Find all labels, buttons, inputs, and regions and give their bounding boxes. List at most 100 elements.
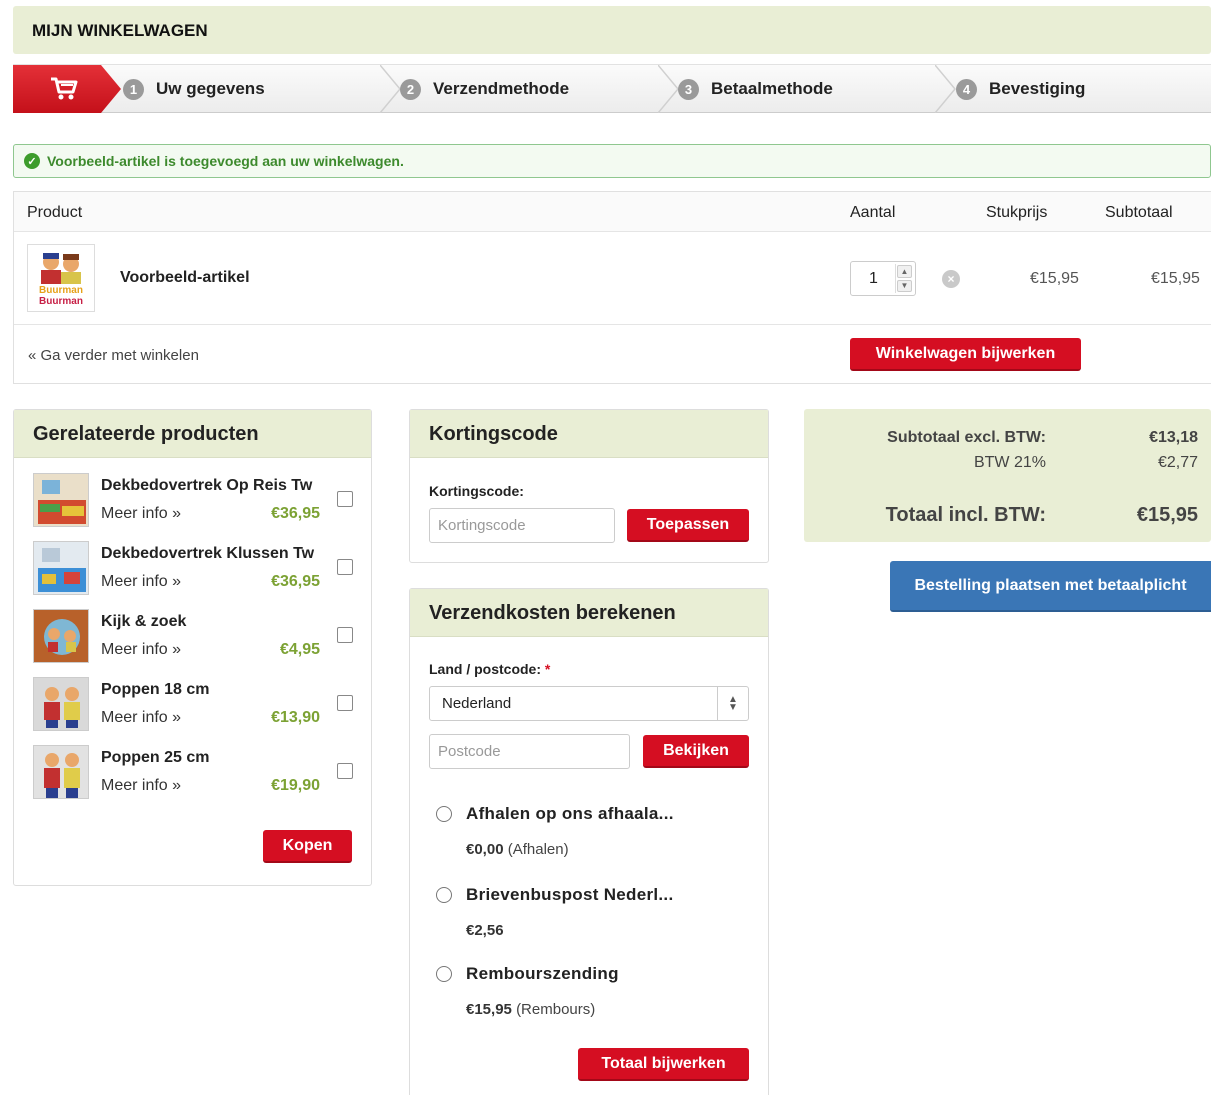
step-number: 4 — [956, 78, 977, 100]
header-product: Product — [27, 204, 83, 221]
related-product-price: €19,90 — [271, 777, 320, 794]
step-cart[interactable] — [13, 65, 121, 113]
buy-button[interactable]: Kopen — [263, 830, 352, 863]
discount-code-input[interactable]: Kortingscode — [429, 508, 615, 543]
step-number: 2 — [400, 78, 421, 100]
step-separator — [658, 65, 679, 113]
remove-item-icon[interactable]: × — [942, 270, 960, 288]
continue-shopping-link[interactable]: « Ga verder met winkelen — [28, 347, 199, 364]
discount-panel: Kortingscode Kortingscode: Kortingscode … — [409, 409, 769, 563]
quantity-spinner: ▲ ▼ — [895, 264, 913, 293]
country-select[interactable]: Nederland ▲ ▼ — [429, 686, 749, 721]
alert-text: Voorbeeld-artikel is toegevoegd aan uw w… — [47, 153, 404, 169]
select-checkbox[interactable] — [337, 695, 353, 711]
item-subtotal: €15,95 — [1151, 270, 1200, 287]
shipping-option-price: €15,95 (Rembours) — [466, 1001, 596, 1018]
shipping-title: Verzendkosten berekenen — [410, 589, 768, 637]
list-item: Kijk & zoek Meer info » €4,95 — [33, 609, 353, 665]
page-title: MIJN WINKELWAGEN — [32, 21, 208, 40]
select-arrows-icon: ▲ ▼ — [717, 687, 748, 720]
list-item: Poppen 25 cm Meer info » €19,90 — [33, 745, 353, 801]
step-label: Uw gegevens — [156, 79, 265, 98]
radio-button[interactable] — [436, 806, 452, 822]
quantity-value[interactable]: 1 — [869, 270, 878, 288]
update-cart-button[interactable]: Winkelwagen bijwerken — [850, 338, 1081, 371]
cart-table: Product Aantal Stukprijs Subtotaal Buurm… — [13, 191, 1211, 384]
step-3[interactable]: 3 Betaalmethode — [678, 65, 833, 113]
header-unit-price: Stukprijs — [986, 204, 1048, 221]
cart-icon — [51, 77, 78, 100]
product-thumbnail[interactable] — [33, 541, 89, 595]
select-checkbox[interactable] — [337, 559, 353, 575]
more-info-link[interactable]: Meer info » — [101, 573, 181, 591]
more-info-link[interactable]: Meer info » — [101, 777, 181, 795]
country-postcode-label: Land / postcode: * — [429, 661, 550, 677]
step-separator — [935, 65, 956, 113]
step-label: Bevestiging — [989, 79, 1086, 98]
decrement-icon[interactable]: ▼ — [897, 279, 912, 292]
related-product-price: €13,90 — [271, 709, 320, 726]
select-checkbox[interactable] — [337, 491, 353, 507]
country-postcode-label-text: Land / postcode: — [429, 661, 541, 677]
more-info-link[interactable]: Meer info » — [101, 641, 181, 659]
step-4[interactable]: 4 Bevestiging — [956, 65, 1085, 113]
subtotal-value: €13,18 — [1149, 429, 1198, 446]
order-totals: Subtotaal excl. BTW: €13,18 BTW 21% €2,7… — [804, 409, 1211, 542]
unit-price: €15,95 — [1030, 270, 1079, 287]
related-product-price: €4,95 — [279, 641, 320, 658]
required-mark: * — [544, 661, 551, 677]
related-product-name[interactable]: Poppen 25 cm — [101, 749, 321, 767]
related-product-name[interactable]: Kijk & zoek — [101, 613, 321, 631]
view-shipping-button[interactable]: Bekijken — [643, 735, 749, 768]
radio-button[interactable] — [436, 966, 452, 982]
step-1[interactable]: 1 Uw gegevens — [123, 65, 265, 113]
header-quantity: Aantal — [850, 204, 896, 221]
increment-icon[interactable]: ▲ — [897, 265, 912, 278]
total-label: Totaal incl. BTW: — [885, 504, 1046, 526]
product-name[interactable]: Voorbeeld-artikel — [120, 269, 250, 287]
product-thumbnail[interactable] — [33, 473, 89, 527]
product-thumbnail[interactable] — [33, 677, 89, 731]
shipping-option-label[interactable]: Brievenbuspost Nederl... — [466, 885, 673, 905]
more-info-link[interactable]: Meer info » — [101, 709, 181, 727]
related-products-title: Gerelateerde producten — [14, 410, 371, 458]
select-checkbox[interactable] — [337, 763, 353, 779]
shipping-option-price: €2,56 — [466, 922, 504, 939]
discount-title: Kortingscode — [410, 410, 768, 458]
total-value: €15,95 — [1136, 504, 1198, 526]
radio-button[interactable] — [436, 887, 452, 903]
check-circle-icon: ✓ — [24, 153, 40, 169]
select-checkbox[interactable] — [337, 627, 353, 643]
step-separator — [380, 65, 401, 113]
cart-item-row: Buurman Buurman Voorbeeld-artikel 1 ▲ ▼ … — [14, 232, 1211, 325]
quantity-stepper[interactable]: 1 ▲ ▼ — [850, 261, 916, 296]
list-item: Dekbedovertrek Klussen Tw Meer info » €3… — [33, 541, 353, 597]
related-product-name[interactable]: Poppen 18 cm — [101, 681, 321, 699]
country-value: Nederland — [442, 695, 512, 712]
product-thumbnail[interactable] — [33, 745, 89, 799]
related-product-name[interactable]: Dekbedovertrek Klussen Tw — [101, 545, 321, 563]
subtotal-label: Subtotaal excl. BTW: — [887, 429, 1046, 446]
success-alert: ✓ Voorbeeld-artikel is toegevoegd aan uw… — [13, 144, 1211, 178]
shipping-panel: Verzendkosten berekenen Land / postcode:… — [409, 588, 769, 1095]
related-product-price: €36,95 — [271, 573, 320, 590]
shipping-option-label[interactable]: Rembourszending — [466, 964, 619, 984]
step-number: 3 — [678, 78, 699, 100]
product-image: Buurman Buurman — [31, 248, 91, 308]
update-total-button[interactable]: Totaal bijwerken — [578, 1048, 749, 1081]
related-product-name[interactable]: Dekbedovertrek Op Reis Tw — [101, 477, 321, 495]
postcode-input[interactable]: Postcode — [429, 734, 630, 769]
product-thumbnail[interactable]: Buurman Buurman — [27, 244, 95, 312]
place-order-button[interactable]: Bestelling plaatsen met betaalplicht — [890, 561, 1211, 612]
svg-text:Buurman: Buurman — [39, 296, 83, 307]
apply-discount-button[interactable]: Toepassen — [627, 509, 749, 542]
product-thumbnail[interactable] — [33, 609, 89, 663]
shipping-option-price: €0,00 (Afhalen) — [466, 841, 569, 858]
shipping-option-label[interactable]: Afhalen op ons afhaala... — [466, 804, 674, 824]
step-2[interactable]: 2 Verzendmethode — [400, 65, 569, 113]
vat-label: BTW 21% — [973, 454, 1046, 471]
header-subtotal: Subtotaal — [1105, 204, 1173, 221]
related-product-price: €36,95 — [271, 505, 320, 522]
more-info-link[interactable]: Meer info » — [101, 505, 181, 523]
vat-value: €2,77 — [1157, 454, 1198, 471]
